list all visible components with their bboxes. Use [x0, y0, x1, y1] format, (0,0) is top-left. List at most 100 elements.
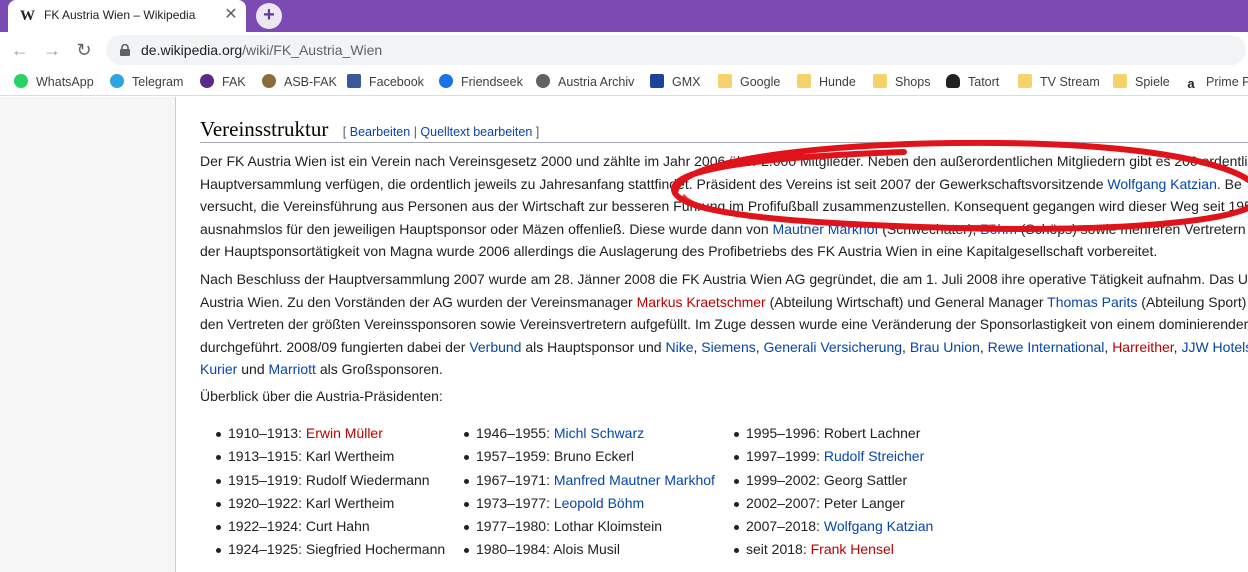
- years: 1946–1955:: [476, 425, 554, 441]
- list-item: 1957–1959: Bruno Eckerl: [464, 445, 715, 468]
- years: 1997–1999:: [746, 448, 824, 465]
- years: 1910–1913:: [228, 425, 306, 441]
- president-name: Karl Wertheim: [305, 494, 395, 511]
- new-tab-button[interactable]: +: [256, 3, 282, 29]
- link-boehm[interactable]: Böhm: [980, 221, 1017, 237]
- president-link[interactable]: Leopold Böhm: [554, 495, 644, 511]
- address-bar[interactable]: de.wikipedia.org/wiki/FK_Austria_Wien: [106, 35, 1246, 65]
- link-generali[interactable]: Generali Versicherung: [764, 339, 903, 355]
- bookmark-folder-tv-stream[interactable]: TV Stream: [1018, 73, 1100, 91]
- bookmark-folder-hunde[interactable]: Hunde: [797, 73, 856, 91]
- president-link[interactable]: Wolfgang Katzian: [824, 518, 933, 534]
- folder-icon: [1113, 74, 1127, 88]
- bookmark-gmx[interactable]: GMX: [650, 73, 700, 91]
- reload-icon[interactable]: ↻: [74, 40, 94, 60]
- link-nike[interactable]: Nike: [665, 339, 693, 355]
- edit-link[interactable]: Bearbeiten: [350, 125, 410, 139]
- telegram-icon: [110, 74, 124, 88]
- years: 1973–1977:: [476, 494, 554, 511]
- bookmark-label: Friendseek: [461, 75, 523, 89]
- amazon-icon: a: [1184, 77, 1198, 92]
- bookmark-label: Prime P: [1206, 75, 1248, 89]
- source-edit-link[interactable]: Quelltext bearbeiten: [420, 125, 532, 139]
- forward-arrow-icon[interactable]: →: [42, 40, 62, 60]
- bookmark-label: Shops: [895, 75, 931, 89]
- tab-title: FK Austria Wien – Wikipedia: [44, 8, 196, 22]
- facebook-icon: [347, 74, 361, 88]
- list-item: 1910–1913: Erwin Müller: [216, 422, 445, 445]
- person-icon: [946, 74, 960, 88]
- president-name: Rudolf Wiedermann: [305, 471, 430, 488]
- edit-links: [ Bearbeiten | Quelltext bearbeiten ]: [343, 125, 540, 139]
- years: 2002–2007:: [746, 494, 824, 511]
- link-thomas-parits[interactable]: Thomas Parits: [1047, 294, 1137, 310]
- president-link[interactable]: Manfred Mautner Markhof: [554, 472, 715, 488]
- years: 1924–1925:: [228, 541, 306, 558]
- years: 1995–1996:: [746, 425, 824, 441]
- list-item: 1913–1915: Karl Wertheim: [216, 445, 445, 468]
- bookmark-asb-fak[interactable]: ASB-FAK: [262, 73, 337, 91]
- bookmark-telegram[interactable]: Telegram: [110, 73, 183, 91]
- president-link[interactable]: Frank Hensel: [811, 541, 894, 557]
- bookmark-label: FAK: [222, 75, 246, 89]
- link-verbund[interactable]: Verbund: [469, 339, 521, 355]
- list-item: 1977–1980: Lothar Kloimstein: [464, 515, 715, 538]
- bookmark-label: ASB-FAK: [284, 75, 337, 89]
- link-brau-union[interactable]: Brau Union: [910, 339, 980, 355]
- list-item: 1973–1977: Leopold Böhm: [464, 492, 715, 515]
- president-name: Siegfried Hochermann: [305, 541, 446, 558]
- link-kurier[interactable]: Kurier: [200, 361, 237, 377]
- link-wolfgang-katzian[interactable]: Wolfgang Katzian: [1107, 176, 1216, 192]
- bookmark-label: Facebook: [369, 75, 424, 89]
- link-marriott[interactable]: Marriott: [269, 361, 316, 377]
- comma: ,: [902, 338, 910, 355]
- bookmark-folder-spiele[interactable]: Spiele: [1113, 73, 1170, 91]
- fak-icon: [200, 74, 214, 88]
- president-link[interactable]: Erwin Müller: [306, 425, 383, 441]
- bookmark-friendseek[interactable]: Friendseek: [439, 73, 523, 91]
- list-item: 1946–1955: Michl Schwarz: [464, 422, 715, 445]
- years: seit 2018:: [746, 541, 811, 558]
- folder-icon: [797, 74, 811, 88]
- president-link[interactable]: Michl Schwarz: [554, 425, 644, 441]
- bookmark-fak[interactable]: FAK: [200, 73, 246, 91]
- bookmark-austria-archiv[interactable]: Austria Archiv: [536, 73, 634, 91]
- link-siemens[interactable]: Siemens: [701, 339, 755, 355]
- text-line: Austria Wien. Zu den Vorständen der AG w…: [200, 291, 1248, 314]
- lock-icon: [120, 44, 130, 56]
- bookmark-folder-google[interactable]: Google: [718, 73, 780, 91]
- text: als Hauptsponsor und: [521, 338, 666, 355]
- years: 1999–2002:: [746, 471, 824, 488]
- bookmark-folder-shops[interactable]: Shops: [873, 73, 930, 91]
- bookmark-tatort[interactable]: Tatort: [946, 73, 999, 91]
- link-harreither[interactable]: Harreither: [1112, 339, 1173, 355]
- bookmark-whatsapp[interactable]: WhatsApp: [14, 73, 94, 91]
- bookmark-label: Austria Archiv: [558, 75, 635, 89]
- wikipedia-favicon-icon: W: [20, 8, 35, 24]
- tab-active[interactable]: W FK Austria Wien – Wikipedia ✕: [8, 0, 246, 32]
- presidents-list-3: 1995–1996: Robert Lachner 1997–1999: Rud…: [734, 422, 933, 562]
- bookmark-prime[interactable]: a Prime P: [1184, 73, 1248, 92]
- bookmark-label: TV Stream: [1040, 75, 1100, 89]
- section-heading: Vereinsstruktur [ Bearbeiten | Quelltext…: [200, 117, 1248, 143]
- bookmark-facebook[interactable]: Facebook: [347, 73, 424, 91]
- years: 1967–1971:: [476, 471, 554, 488]
- link-jjw-hotels[interactable]: JJW Hotels: [1181, 339, 1248, 355]
- link-mautner-markhof[interactable]: Mautner Markhof: [773, 221, 879, 237]
- list-item: 1920–1922: Karl Wertheim: [216, 492, 445, 515]
- president-name: Robert Lachner: [823, 425, 921, 441]
- paragraph-2: Nach Beschluss der Hauptversammlung 2007…: [200, 268, 1248, 381]
- link-markus-kraetschmer[interactable]: Markus Kraetschmer: [637, 294, 766, 310]
- link-rewe[interactable]: Rewe International: [988, 339, 1105, 355]
- list-item: 1924–1925: Siegfried Hochermann: [216, 538, 445, 561]
- folder-icon: [873, 74, 887, 88]
- years: 1920–1922:: [228, 494, 306, 511]
- text: Hauptversammlung verfügen, die ordentlic…: [200, 175, 1108, 192]
- back-arrow-icon[interactable]: ←: [10, 40, 30, 60]
- list-item: 1967–1971: Manfred Mautner Markhof: [464, 469, 715, 492]
- president-name: Lothar Kloimstein: [553, 518, 663, 535]
- close-icon[interactable]: ✕: [222, 6, 240, 24]
- bookmark-label: WhatsApp: [36, 75, 94, 89]
- president-link[interactable]: Rudolf Streicher: [824, 448, 924, 464]
- text: und: [237, 361, 269, 377]
